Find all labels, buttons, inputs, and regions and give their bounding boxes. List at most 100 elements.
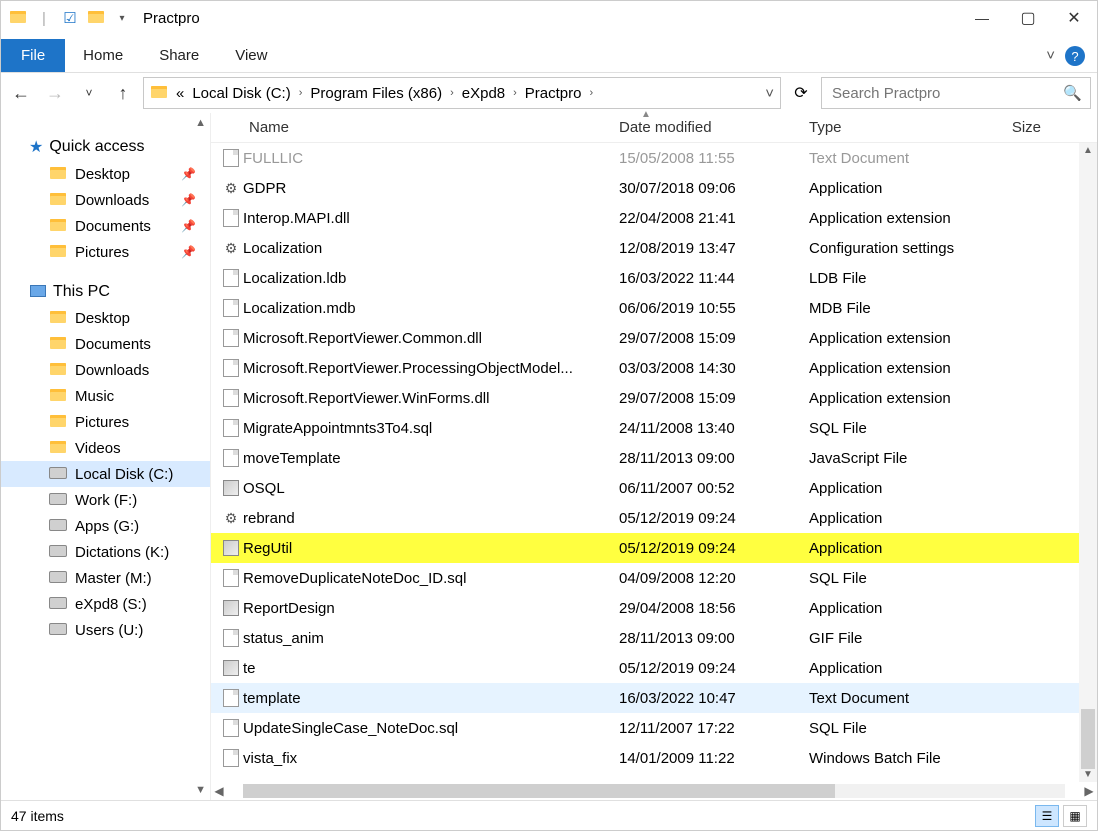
breadcrumb[interactable]: Local Disk (C:)	[192, 85, 290, 102]
breadcrumb[interactable]: Program Files (x86)	[310, 85, 442, 102]
table-row[interactable]: status_anim28/11/2013 09:00GIF File	[211, 623, 1079, 653]
table-row[interactable]: te05/12/2019 09:24Application	[211, 653, 1079, 683]
minimize-button[interactable]: —	[959, 2, 1005, 34]
details-view-button[interactable]: ☰	[1035, 805, 1059, 827]
file-name: RegUtil	[243, 540, 619, 557]
sidebar-item[interactable]: Pictures	[1, 409, 210, 435]
quick-access-header[interactable]: ★ Quick access	[1, 133, 210, 161]
table-row[interactable]: template16/03/2022 10:47Text Document	[211, 683, 1079, 713]
breadcrumb[interactable]: eXpd8	[462, 85, 505, 102]
sidebar-item[interactable]: eXpd8 (S:)	[1, 591, 210, 617]
search-icon[interactable]: 🔍	[1063, 84, 1082, 102]
close-button[interactable]: ✕	[1051, 2, 1097, 34]
table-row[interactable]: Microsoft.ReportViewer.WinForms.dll29/07…	[211, 383, 1079, 413]
table-row[interactable]: moveTemplate28/11/2013 09:00JavaScript F…	[211, 443, 1079, 473]
sidebar-item[interactable]: Music	[1, 383, 210, 409]
file-type: Application	[809, 540, 999, 557]
properties-icon[interactable]: ☑	[61, 9, 79, 27]
search-box[interactable]: 🔍	[821, 77, 1091, 109]
sidebar-item[interactable]: Desktop	[1, 305, 210, 331]
scroll-down-icon[interactable]: ▼	[195, 784, 206, 796]
column-type[interactable]: Type	[809, 119, 999, 136]
table-row[interactable]: rebrand05/12/2019 09:24Application	[211, 503, 1079, 533]
column-size[interactable]: Size	[999, 119, 1059, 136]
sidebar-item[interactable]: Downloads📌	[1, 187, 210, 213]
this-pc-header[interactable]: This PC	[1, 279, 210, 305]
forward-button[interactable]: →	[41, 79, 69, 107]
file-tab[interactable]: File	[1, 39, 65, 72]
table-row[interactable]: Interop.MAPI.dll22/04/2008 21:41Applicat…	[211, 203, 1079, 233]
sidebar-item[interactable]: Desktop📌	[1, 161, 210, 187]
sidebar-item[interactable]: Dictations (K:)	[1, 539, 210, 565]
ribbon-expand-icon[interactable]: ˅	[1046, 47, 1055, 64]
sidebar-item[interactable]: Videos	[1, 435, 210, 461]
sidebar-item-label: Desktop	[75, 166, 130, 183]
back-button[interactable]: ←	[7, 79, 35, 107]
chevron-right-icon[interactable]: ›	[450, 87, 454, 99]
sidebar-item[interactable]: Users (U:)	[1, 617, 210, 643]
table-row[interactable]: UpdateSingleCase_NoteDoc.sql12/11/2007 1…	[211, 713, 1079, 743]
table-row[interactable]: FULLLIC15/05/2008 11:55Text Document	[211, 143, 1079, 173]
chevron-right-icon[interactable]: ›	[590, 87, 594, 99]
pin-icon: 📌	[181, 219, 196, 233]
scroll-up-icon[interactable]: ▲	[195, 117, 206, 129]
explorer-window: | ☑ ▾ Practpro — ▢ ✕ File Home Share Vie…	[0, 0, 1098, 831]
new-folder-icon[interactable]	[87, 9, 105, 27]
column-date[interactable]: Date modified	[619, 119, 809, 136]
scroll-right-icon[interactable]: ▶	[1081, 784, 1097, 798]
file-type: Application	[809, 600, 999, 617]
help-icon[interactable]: ?	[1065, 46, 1085, 66]
table-row[interactable]: RegUtil05/12/2019 09:24Application	[211, 533, 1079, 563]
table-row[interactable]: Localization12/08/2019 13:47Configuratio…	[211, 233, 1079, 263]
scroll-thumb[interactable]	[1081, 709, 1095, 769]
file-rows[interactable]: FULLLIC15/05/2008 11:55Text DocumentGDPR…	[211, 143, 1079, 782]
table-row[interactable]: GDPR30/07/2018 09:06Application	[211, 173, 1079, 203]
home-tab[interactable]: Home	[65, 39, 141, 72]
file-name: Localization	[243, 240, 619, 257]
vertical-scrollbar[interactable]: ▲ ▼	[1079, 143, 1097, 782]
file-icon	[223, 269, 239, 287]
horizontal-scrollbar[interactable]: ◀ ▶	[211, 782, 1097, 800]
table-row[interactable]: Localization.mdb06/06/2019 10:55MDB File	[211, 293, 1079, 323]
chevron-right-icon[interactable]: ›	[513, 87, 517, 99]
file-name: OSQL	[243, 480, 619, 497]
table-row[interactable]: vista_fix14/01/2009 11:22Windows Batch F…	[211, 743, 1079, 773]
maximize-button[interactable]: ▢	[1005, 2, 1051, 34]
scroll-thumb[interactable]	[243, 784, 835, 798]
sidebar-item[interactable]: Master (M:)	[1, 565, 210, 591]
sidebar-item[interactable]: Documents📌	[1, 213, 210, 239]
refresh-button[interactable]: ⟳	[787, 79, 815, 107]
sidebar-item[interactable]: Downloads	[1, 357, 210, 383]
sidebar-item[interactable]: Work (F:)	[1, 487, 210, 513]
sidebar-item[interactable]: Pictures📌	[1, 239, 210, 265]
chevron-right-icon[interactable]: ›	[299, 87, 303, 99]
file-date: 30/07/2018 09:06	[619, 180, 809, 197]
scroll-up-icon[interactable]: ▲	[1083, 145, 1093, 156]
column-name[interactable]: Name	[219, 119, 619, 136]
table-row[interactable]: Localization.ldb16/03/2022 11:44LDB File	[211, 263, 1079, 293]
recent-locations-button[interactable]: ˅	[75, 79, 103, 107]
table-row[interactable]: RemoveDuplicateNoteDoc_ID.sql04/09/2008 …	[211, 563, 1079, 593]
table-row[interactable]: ReportDesign29/04/2008 18:56Application	[211, 593, 1079, 623]
view-tab[interactable]: View	[217, 39, 285, 72]
search-input[interactable]	[830, 84, 1030, 103]
table-row[interactable]: OSQL06/11/2007 00:52Application	[211, 473, 1079, 503]
qat-dropdown-icon[interactable]: ▾	[113, 9, 131, 27]
share-tab[interactable]: Share	[141, 39, 217, 72]
thumbnails-view-button[interactable]: ▦	[1063, 805, 1087, 827]
file-date: 14/01/2009 11:22	[619, 750, 809, 767]
table-row[interactable]: Microsoft.ReportViewer.ProcessingObjectM…	[211, 353, 1079, 383]
scroll-down-icon[interactable]: ▼	[1083, 769, 1093, 780]
address-dropdown-icon[interactable]: ˅	[765, 85, 774, 102]
navigation-pane[interactable]: ▲ ★ Quick access Desktop📌Downloads📌Docum…	[1, 113, 211, 800]
breadcrumb[interactable]: Practpro	[525, 85, 582, 102]
sidebar-item[interactable]: Documents	[1, 331, 210, 357]
sidebar-item[interactable]: Apps (G:)	[1, 513, 210, 539]
table-row[interactable]: MigrateAppointmnts3To4.sql24/11/2008 13:…	[211, 413, 1079, 443]
sidebar-item[interactable]: Local Disk (C:)	[1, 461, 210, 487]
up-button[interactable]: ↑	[109, 79, 137, 107]
scroll-left-icon[interactable]: ◀	[211, 784, 227, 798]
address-bar[interactable]: « Local Disk (C:) › Program Files (x86) …	[143, 77, 781, 109]
table-row[interactable]: Microsoft.ReportViewer.Common.dll29/07/2…	[211, 323, 1079, 353]
file-date: 12/08/2019 13:47	[619, 240, 809, 257]
